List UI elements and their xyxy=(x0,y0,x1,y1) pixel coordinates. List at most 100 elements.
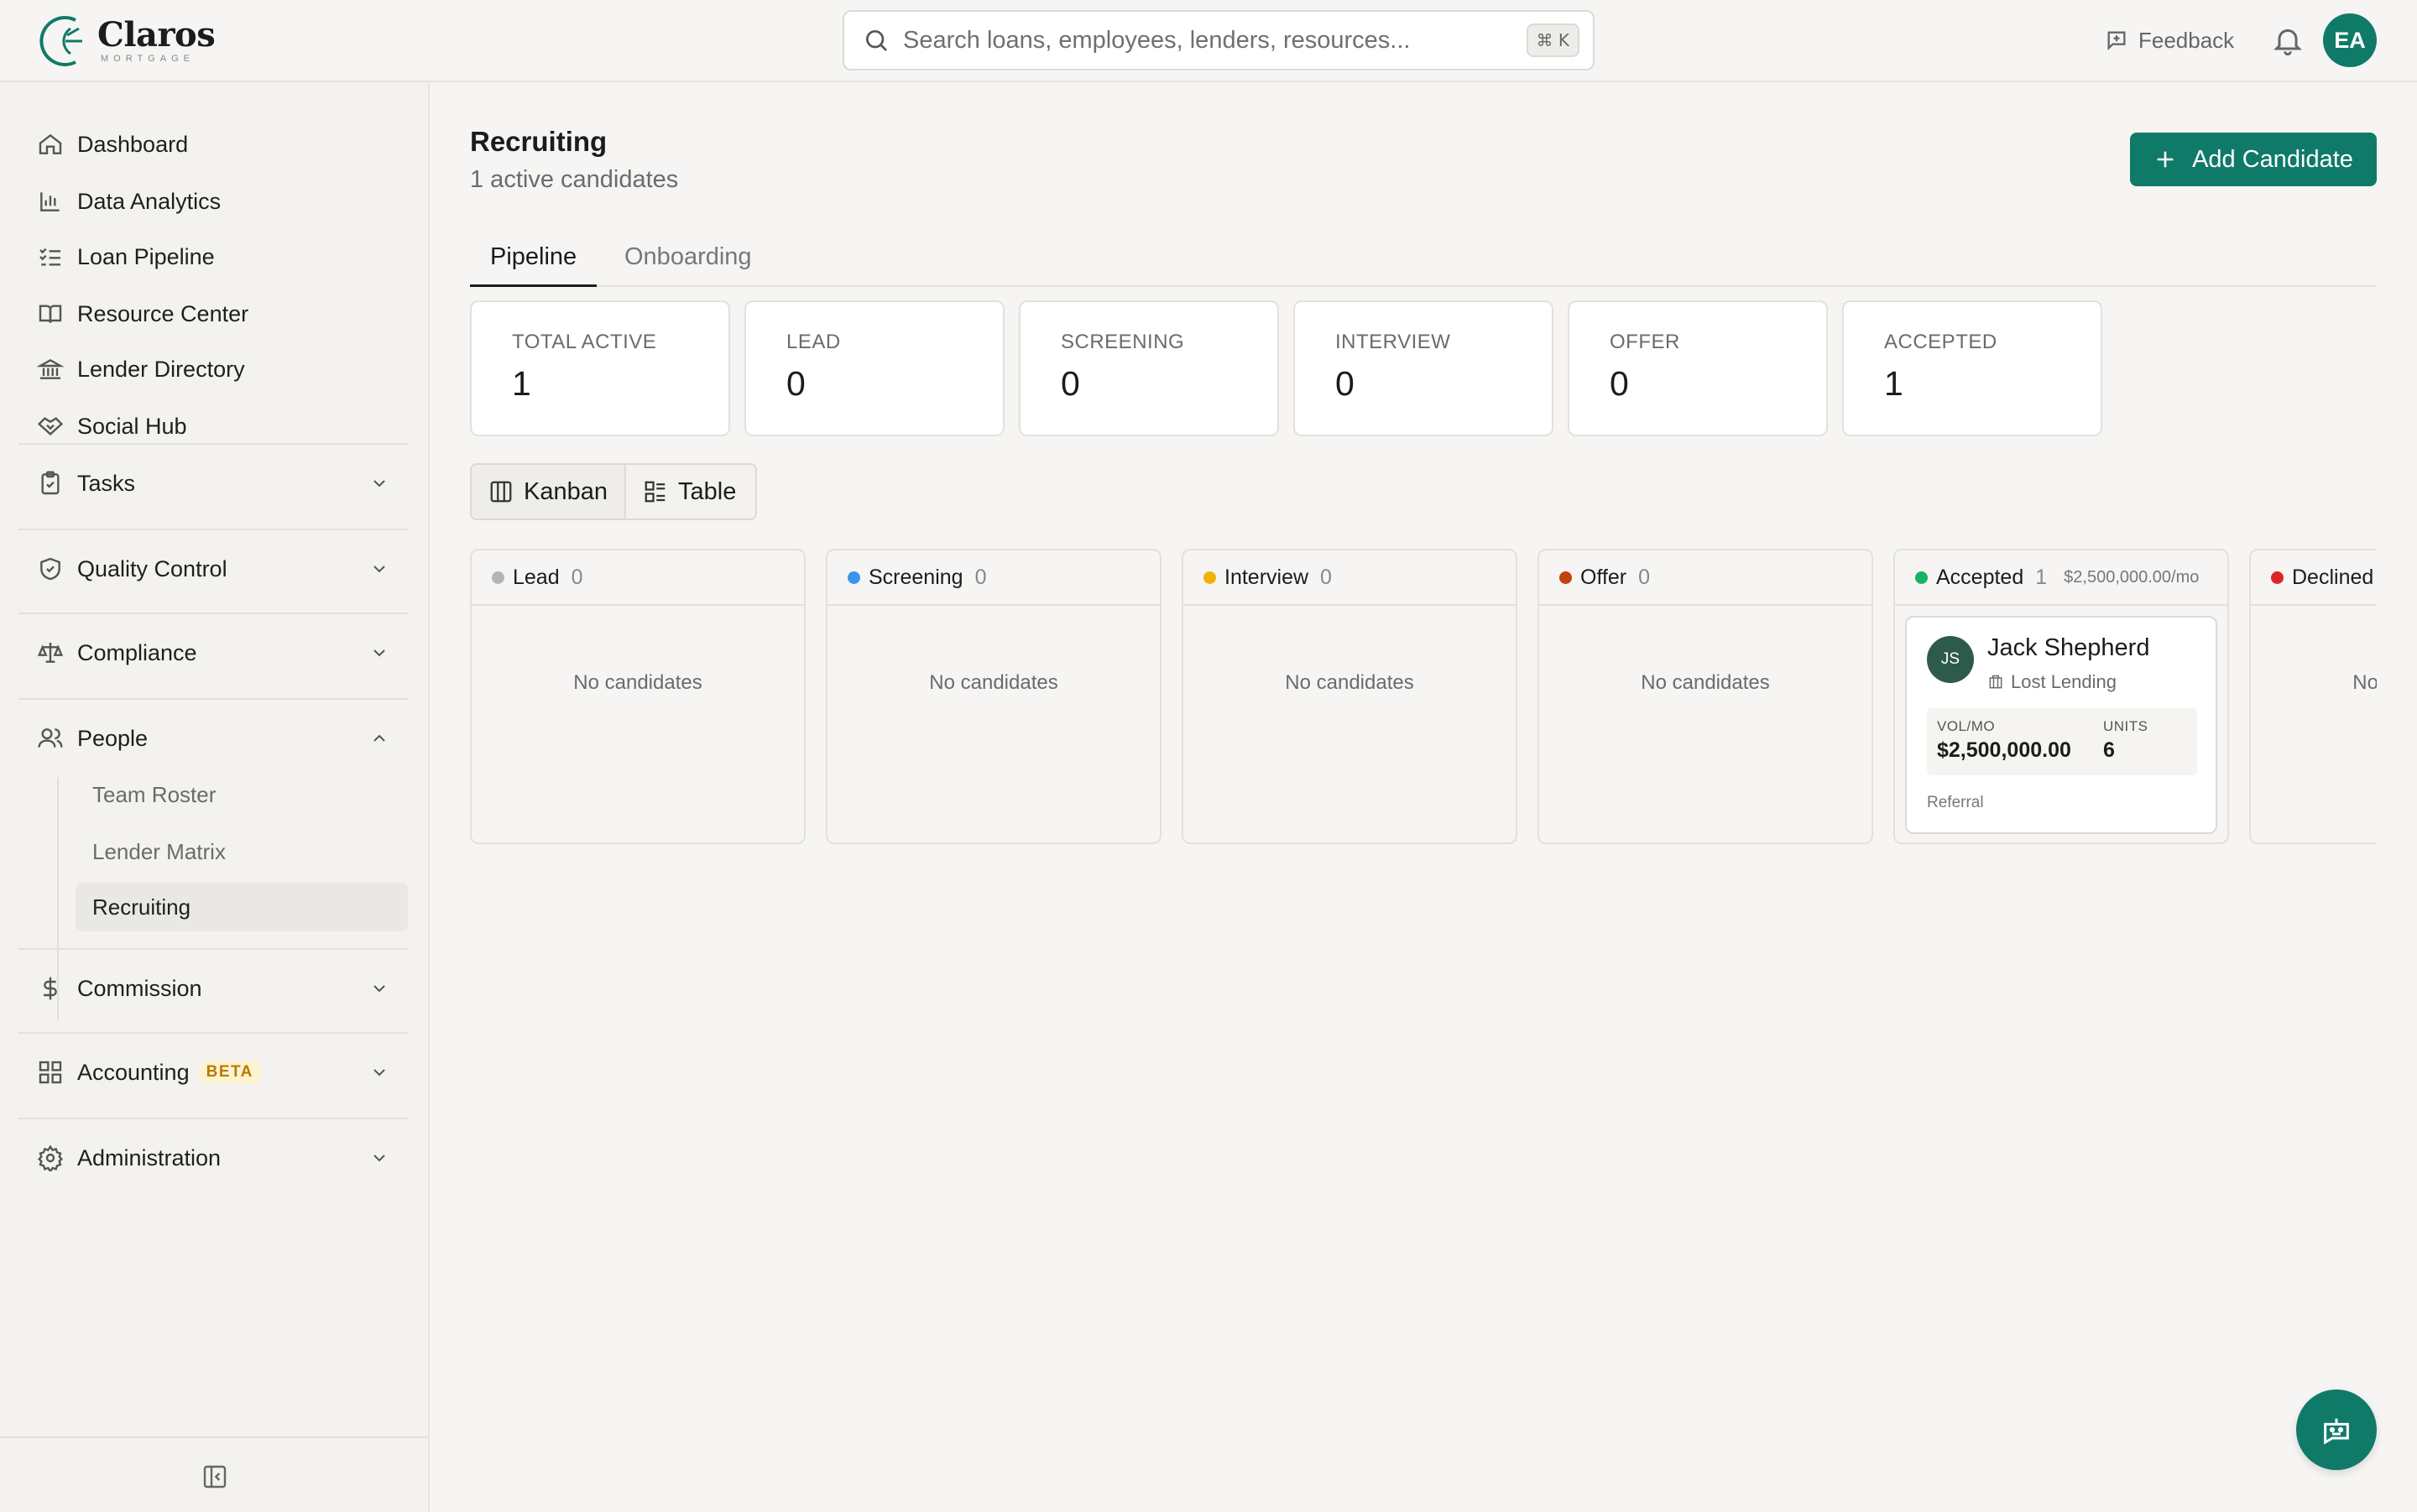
message-plus-icon xyxy=(2107,31,2126,51)
stat-label: INTERVIEW xyxy=(1335,331,1451,353)
column-header: Lead 0 xyxy=(472,550,804,606)
assistant-chat-button[interactable] xyxy=(2296,1389,2377,1470)
sidebar-group-commission[interactable]: Commission xyxy=(18,965,408,1012)
column-header: Screening 0 xyxy=(827,550,1160,606)
users-icon xyxy=(38,728,63,748)
sidebar-group-tasks[interactable]: Tasks xyxy=(18,460,408,507)
empty-state: No candidates xyxy=(573,671,702,694)
dollar-icon xyxy=(44,977,57,1000)
sidebar-divider xyxy=(18,948,408,950)
sidebar-item-resource-center[interactable]: Resource Center xyxy=(18,290,408,337)
top-bar: Claros MORTGAGE ⌘ K Feedback EA xyxy=(0,0,2417,82)
stat-card-interview: INTERVIEW 0 xyxy=(1293,300,1553,436)
stat-value: 0 xyxy=(786,364,806,403)
column-count: 0 xyxy=(1638,565,1651,589)
stat-card-lead: LEAD 0 xyxy=(744,300,1005,436)
sidebar-item-lender-directory[interactable]: Lender Directory xyxy=(18,346,408,393)
shield-check-icon xyxy=(40,557,60,581)
sidebar-subitem-recruiting[interactable]: Recruiting xyxy=(76,883,408,931)
user-avatar[interactable]: EA xyxy=(2323,13,2377,67)
sidebar-divider xyxy=(18,443,408,445)
sidebar-item-label: Compliance xyxy=(77,639,197,665)
kanban-view-button[interactable]: Kanban xyxy=(472,465,626,519)
collapse-sidebar-button[interactable] xyxy=(201,1463,228,1490)
column-title: Lead xyxy=(513,565,560,589)
chevron-down-icon xyxy=(373,566,385,573)
sidebar-divider xyxy=(18,1118,408,1119)
sidebar-subitem-team-roster[interactable]: Team Roster xyxy=(76,770,408,819)
sidebar-group-compliance[interactable]: Compliance xyxy=(18,629,408,676)
units-label: UNITS xyxy=(2103,718,2148,734)
page-title: Recruiting xyxy=(470,126,608,157)
sidebar-group-administration[interactable]: Administration xyxy=(18,1134,408,1181)
candidate-company-name: Lost Lending xyxy=(2011,671,2117,692)
stat-label: ACCEPTED xyxy=(1884,331,1997,353)
notifications-button[interactable] xyxy=(2271,23,2305,57)
home-icon xyxy=(39,133,62,154)
tab-pipeline[interactable]: Pipeline xyxy=(470,240,598,287)
candidate-avatar: JS xyxy=(1927,636,1974,683)
chevron-down-icon xyxy=(373,1069,385,1077)
list-check-icon xyxy=(39,248,60,266)
column-title: Accepted xyxy=(1936,565,2024,589)
sidebar-item-label: Dashboard xyxy=(77,131,189,157)
column-title: Offer xyxy=(1580,565,1627,589)
book-icon xyxy=(39,305,62,323)
sidebar-group-people[interactable]: People xyxy=(18,715,408,762)
building-icon xyxy=(1989,675,2002,689)
sidebar-subitem-lender-matrix[interactable]: Lender Matrix xyxy=(76,827,408,876)
column-title: Interview xyxy=(1224,565,1309,589)
column-count: 0 xyxy=(571,565,583,589)
sidebar-group-quality-control[interactable]: Quality Control xyxy=(18,545,408,592)
kanban-board: Lead 0 No candidates Screening 0 No cand… xyxy=(470,549,2377,846)
feedback-button[interactable]: Feedback xyxy=(2105,23,2234,57)
beta-badge: BETA xyxy=(199,1061,260,1084)
clipboard-check-icon xyxy=(41,471,60,495)
sidebar-item-data-analytics[interactable]: Data Analytics xyxy=(18,178,408,225)
global-search[interactable]: ⌘ K xyxy=(843,10,1595,70)
sidebar-divider xyxy=(18,1032,408,1034)
brand-name: Claros xyxy=(97,15,216,55)
status-dot xyxy=(2271,571,2284,584)
kanban-column-interview: Interview 0 No candidates xyxy=(1182,549,1517,844)
candidate-card[interactable]: JS Jack Shepherd Lost Lending VOL/MO $2,… xyxy=(1905,616,2217,834)
units-value: 6 xyxy=(2103,738,2115,762)
status-dot xyxy=(492,571,504,584)
stat-value: 0 xyxy=(1335,364,1355,403)
candidate-name: Jack Shepherd xyxy=(1987,634,2150,661)
table-view-button[interactable]: Table xyxy=(626,465,753,519)
scale-icon xyxy=(37,643,64,663)
status-dot xyxy=(1915,571,1928,584)
stat-card-screening: SCREENING 0 xyxy=(1019,300,1279,436)
search-input[interactable] xyxy=(903,26,1527,55)
kanban-column-accepted: Accepted 1 $2,500,000.00/mo JS Jack Shep… xyxy=(1893,549,2229,844)
empty-state: No candidates xyxy=(929,671,1058,694)
chevron-down-icon xyxy=(373,985,385,993)
candidate-stats: VOL/MO $2,500,000.00 UNITS 6 xyxy=(1927,708,2197,775)
brand-logo[interactable]: Claros MORTGAGE xyxy=(37,12,216,70)
column-count: 0 xyxy=(974,565,987,589)
column-header: Offer 0 xyxy=(1539,550,1871,606)
tab-onboarding[interactable]: Onboarding xyxy=(624,240,752,287)
volume-label: VOL/MO xyxy=(1937,718,1996,734)
page-subtitle: 1 active candidates xyxy=(470,166,679,193)
search-icon xyxy=(866,30,887,51)
sidebar-divider xyxy=(18,698,408,700)
status-dot xyxy=(1203,571,1216,584)
kanban-column-screening: Screening 0 No candidates xyxy=(826,549,1162,844)
sidebar-item-loan-pipeline[interactable]: Loan Pipeline xyxy=(18,233,408,280)
add-candidate-button[interactable]: Add Candidate xyxy=(2130,133,2377,186)
sidebar-item-dashboard[interactable]: Dashboard xyxy=(18,121,408,168)
chevron-down-icon xyxy=(373,649,385,657)
sidebar-item-label: People xyxy=(77,725,149,751)
sidebar-collapse-icon xyxy=(203,1465,227,1489)
search-shortcut-badge: ⌘ K xyxy=(1526,23,1579,57)
bell-icon xyxy=(2273,29,2302,56)
sidebar-group-accounting[interactable]: Accounting BETA xyxy=(18,1049,408,1096)
sidebar-item-label: Data Analytics xyxy=(77,188,222,214)
kanban-label: Kanban xyxy=(524,477,608,505)
stat-label: LEAD xyxy=(786,331,841,353)
stat-label: SCREENING xyxy=(1061,331,1185,353)
column-header: Interview 0 xyxy=(1183,550,1516,606)
stat-label: OFFER xyxy=(1610,331,1680,353)
